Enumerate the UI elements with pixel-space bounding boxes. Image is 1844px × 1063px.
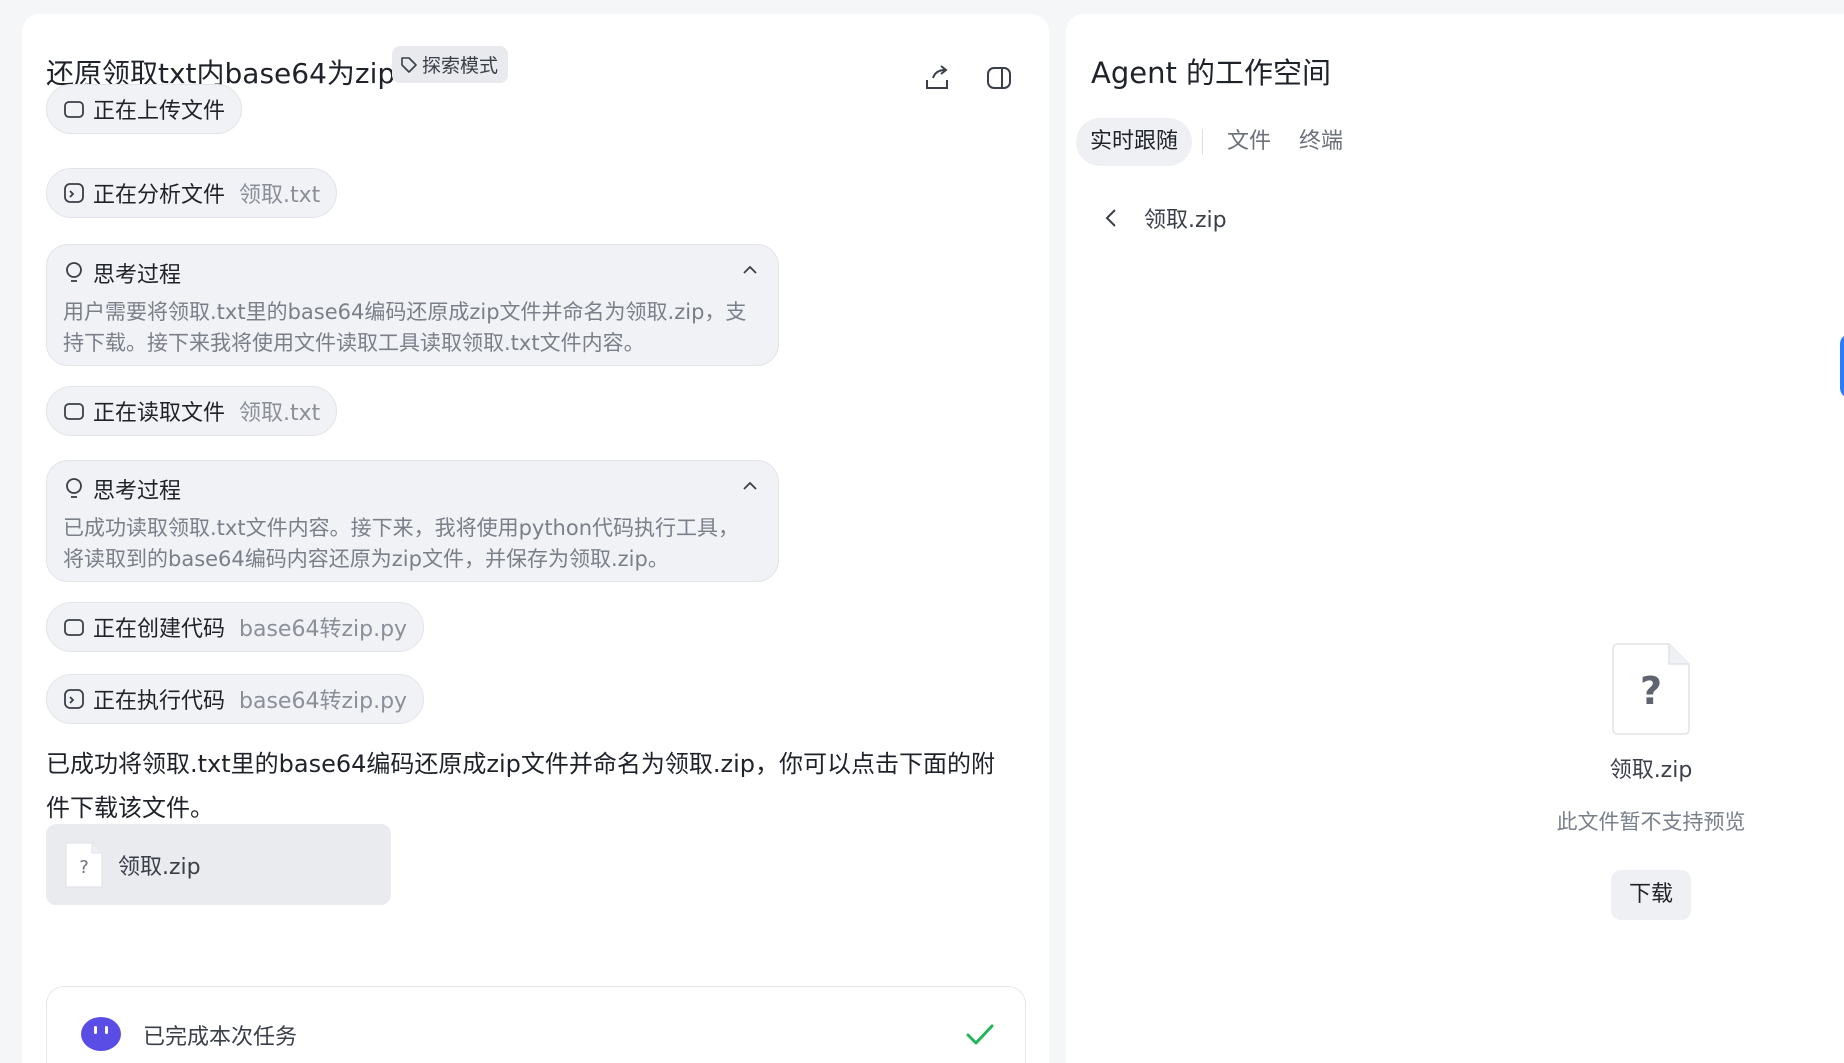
thinking-title: 思考过程 <box>93 479 182 504</box>
workspace-tabs: 实时跟随 文件 终端 <box>1076 118 1357 166</box>
unknown-file-icon: ? <box>1612 643 1690 735</box>
breadcrumb-file: 领取.zip <box>1144 208 1227 233</box>
step-action: 正在创建代码 <box>93 617 226 642</box>
thinking-title: 思考过程 <box>93 263 182 288</box>
folder-icon <box>64 101 84 118</box>
folder-icon <box>64 403 84 420</box>
tab-terminal[interactable]: 终端 <box>1285 118 1357 166</box>
step-target: 领取.txt <box>239 401 321 426</box>
step-action: 正在执行代码 <box>93 689 226 714</box>
step-action: 正在分析文件 <box>93 183 226 208</box>
sidebar-toggle-icon[interactable] <box>983 62 1015 94</box>
chevron-up-icon[interactable] <box>740 263 760 277</box>
chevron-left-icon[interactable] <box>1102 207 1120 229</box>
step-action: 正在上传文件 <box>93 99 226 124</box>
chat-panel: 还原领取txt内base64为zip 探索模式 正在上传文件 正在分析文件 领取… <box>22 14 1049 1063</box>
svg-text:?: ? <box>79 857 89 878</box>
edge-handle[interactable] <box>1840 334 1844 398</box>
share-icon[interactable] <box>921 62 953 94</box>
chevron-up-icon[interactable] <box>740 479 760 493</box>
step-action: 正在读取文件 <box>93 401 226 426</box>
folder-icon <box>64 619 84 636</box>
step-target: 领取.txt <box>239 183 321 208</box>
tab-live-follow[interactable]: 实时跟随 <box>1076 118 1193 166</box>
step-chip[interactable]: 正在执行代码 base64转zip.py <box>46 674 425 724</box>
mode-badge[interactable]: 探索模式 <box>392 46 509 83</box>
step-target: base64转zip.py <box>239 689 408 714</box>
step-target: base64转zip.py <box>239 617 408 642</box>
tab-divider <box>1202 129 1204 155</box>
step-chip[interactable]: 正在创建代码 base64转zip.py <box>46 602 425 652</box>
check-icon <box>966 1024 994 1045</box>
agent-avatar-icon <box>81 1017 121 1051</box>
download-button[interactable]: 下载 <box>1610 870 1691 920</box>
task-status-card: 已完成本次任务 <box>46 986 1026 1063</box>
unknown-file-icon: ? <box>65 842 103 887</box>
thinking-text: 用户需要将领取.txt里的base64编码还原成zip文件并命名为领取.zip，… <box>63 300 747 355</box>
status-text: 已完成本次任务 <box>143 1025 298 1050</box>
mode-badge-label: 探索模式 <box>422 55 499 77</box>
preview-file-name: 领取.zip <box>1609 758 1693 783</box>
assistant-answer: 已成功将领取.txt里的base64编码还原成zip文件并命名为领取.zip，你… <box>46 750 996 822</box>
step-chip[interactable]: 正在分析文件 领取.txt <box>46 168 338 218</box>
attachment-name: 领取.zip <box>118 854 201 880</box>
tag-icon <box>401 56 417 73</box>
preview-note: 此文件暂不支持预览 <box>1556 810 1746 834</box>
terminal-icon <box>64 183 84 203</box>
attachment-card[interactable]: ? 领取.zip <box>46 824 391 905</box>
thinking-block[interactable]: 思考过程 用户需要将领取.txt里的base64编码还原成zip文件并命名为领取… <box>46 244 779 366</box>
workspace-title: Agent 的工作空间 <box>1091 56 1332 90</box>
tab-files[interactable]: 文件 <box>1213 118 1285 166</box>
svg-text:?: ? <box>1640 669 1662 713</box>
thinking-block[interactable]: 思考过程 已成功读取领取.txt文件内容。接下来，我将使用python代码执行工… <box>46 460 779 582</box>
step-chip[interactable]: 正在读取文件 领取.txt <box>46 386 338 436</box>
workspace-panel: Agent 的工作空间 实时跟随 文件 终端 领取.zip ? 领取.zip 此… <box>1066 14 1844 1063</box>
step-chip[interactable]: 正在上传文件 <box>46 84 243 134</box>
file-preview: ? 领取.zip 此文件暂不支持预览 下载 <box>1486 642 1816 920</box>
terminal-icon <box>64 689 84 709</box>
lightbulb-icon <box>66 478 82 498</box>
thinking-text: 已成功读取领取.txt文件内容。接下来，我将使用python代码执行工具，将读取… <box>63 516 740 571</box>
breadcrumb: 领取.zip <box>1102 202 1227 234</box>
lightbulb-icon <box>66 262 82 282</box>
